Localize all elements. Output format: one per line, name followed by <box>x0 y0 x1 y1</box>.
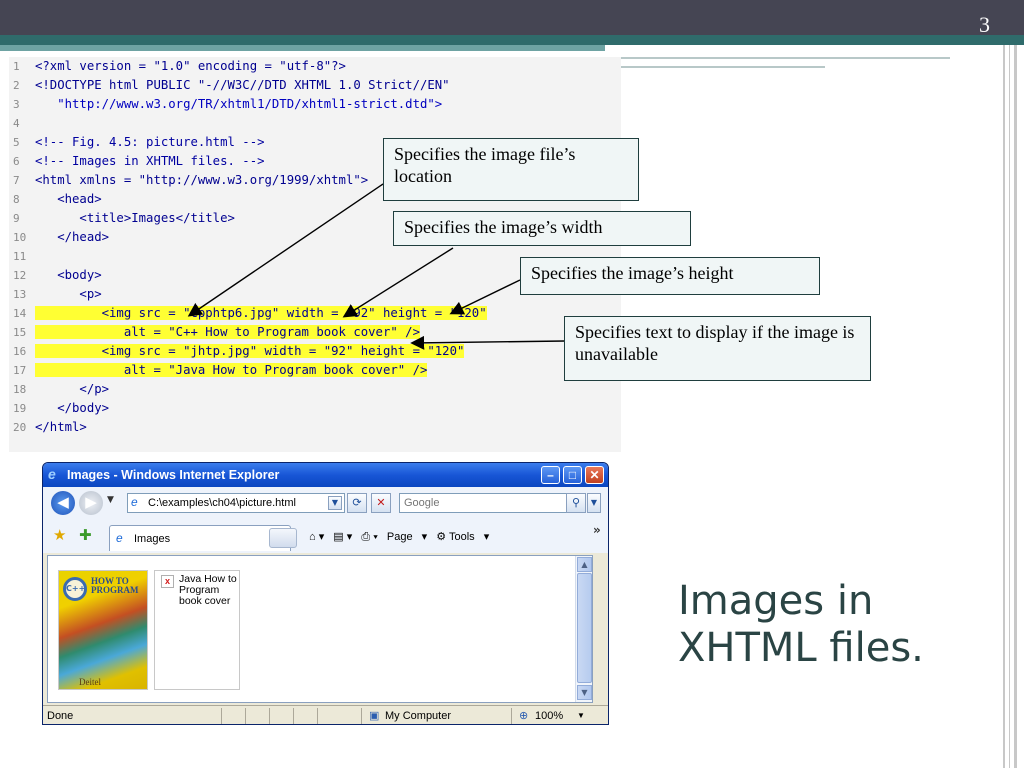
tools-menu[interactable]: ⚙ Tools ▾ <box>436 531 489 543</box>
page-menu[interactable]: Page ▾ <box>387 531 427 543</box>
page-icon: e <box>131 495 138 509</box>
back-button[interactable]: ◀ <box>51 491 75 515</box>
navigation-bar: ◀ ▶ ▼ e C:\examples\ch04\picture.html ▼ … <box>43 487 608 519</box>
refresh-button[interactable]: ⟳ <box>347 493 367 513</box>
slide-title-line1: Images in <box>678 578 874 624</box>
search-options-icon[interactable]: ▼ <box>587 493 601 513</box>
command-bar: ⌂ ▾ ▤ ▾ ⎙ ▾ Page ▾ ⚙ Tools ▾ <box>309 526 495 548</box>
feeds-icon[interactable]: ▤ ▾ <box>333 531 352 543</box>
status-divider <box>293 708 294 724</box>
slide-title: Images in XHTML files. <box>678 578 998 672</box>
forward-button[interactable]: ▶ <box>79 491 103 515</box>
window-title: Images - Windows Internet Explorer <box>67 468 280 482</box>
new-tab-button[interactable] <box>269 528 297 548</box>
callout-image-width: Specifies the image’s width <box>393 211 691 246</box>
arrow-location <box>187 183 384 317</box>
status-bar: Done ▣ My Computer ⊕ 100% ▼ <box>43 705 608 724</box>
tab-label: Images <box>134 533 171 545</box>
history-dropdown-icon[interactable]: ▼ <box>107 495 114 505</box>
scroll-down-button[interactable]: ▼ <box>577 685 592 700</box>
computer-icon: ▣ <box>369 710 380 722</box>
zoom-dropdown-icon[interactable]: ▼ <box>577 706 585 724</box>
status-divider <box>269 708 270 724</box>
ie-logo-icon: e <box>48 466 56 482</box>
status-divider <box>245 708 246 724</box>
vertical-scrollbar[interactable]: ▲ ▼ <box>575 556 592 702</box>
address-text: C:\examples\ch04\picture.html <box>148 497 296 509</box>
broken-image-icon: x <box>161 575 174 588</box>
status-divider <box>511 708 512 724</box>
address-dropdown-icon[interactable]: ▼ <box>328 496 342 510</box>
zoom-icon[interactable]: ⊕ <box>519 706 528 724</box>
page-content: C++ HOW TO PROGRAM Deitel x Java How to … <box>47 555 593 703</box>
callout-image-location: Specifies the image file’s location <box>383 138 639 201</box>
browser-window: e Images - Windows Internet Explorer – □… <box>42 462 609 725</box>
cpp-book-cover-image: C++ HOW TO PROGRAM Deitel <box>58 570 148 690</box>
callout-alt-text: Specifies text to display if the image i… <box>564 316 871 381</box>
browser-title-bar: e Images - Windows Internet Explorer – □… <box>43 463 608 487</box>
book-cover-author: Deitel <box>79 677 101 687</box>
scroll-up-button[interactable]: ▲ <box>577 557 592 572</box>
page-icon: e <box>116 531 123 545</box>
slide-title-line2: XHTML files. <box>678 625 924 671</box>
callout-image-height: Specifies the image’s height <box>520 257 820 295</box>
add-favorites-icon[interactable]: ✚ <box>79 527 92 543</box>
book-cover-title: HOW TO PROGRAM <box>91 576 139 595</box>
favorites-star-icon[interactable]: ★ <box>53 527 66 543</box>
alt-text: Java How to Program book cover <box>179 573 237 607</box>
home-icon[interactable]: ⌂ ▾ <box>309 531 324 543</box>
arrow-width <box>342 247 454 318</box>
status-text: Done <box>47 710 74 722</box>
chevron-more-icon[interactable]: » <box>593 523 601 537</box>
arrow-alt <box>410 335 566 350</box>
minimize-button[interactable]: – <box>541 466 560 484</box>
status-divider <box>361 708 362 724</box>
tab-bar: ★ ✚ e Images ⌂ ▾ ▤ ▾ ⎙ ▾ Page ▾ ⚙ Tools … <box>43 519 608 553</box>
maximize-button[interactable]: □ <box>563 466 582 484</box>
page-menu-label: Page <box>386 531 413 543</box>
zone-text: My Computer <box>385 710 452 722</box>
search-icon[interactable]: ⚲ <box>566 493 586 513</box>
zoom-level[interactable]: 100% <box>535 706 563 724</box>
stop-button[interactable]: ✕ <box>371 493 391 513</box>
arrow-height <box>449 279 521 315</box>
cpp-logo-badge: C++ <box>63 577 87 601</box>
broken-image-placeholder: x Java How to Program book cover <box>154 570 240 690</box>
tab-images[interactable]: e Images <box>109 525 291 551</box>
print-icon[interactable]: ⎙ ▾ <box>361 531 377 543</box>
close-button[interactable]: ✕ <box>585 466 604 484</box>
address-bar[interactable]: e C:\examples\ch04\picture.html <box>127 493 345 513</box>
status-divider <box>221 708 222 724</box>
tools-menu-label: Tools <box>448 531 475 543</box>
status-divider <box>317 708 318 724</box>
search-input[interactable] <box>399 493 583 513</box>
scroll-thumb[interactable] <box>577 573 592 683</box>
